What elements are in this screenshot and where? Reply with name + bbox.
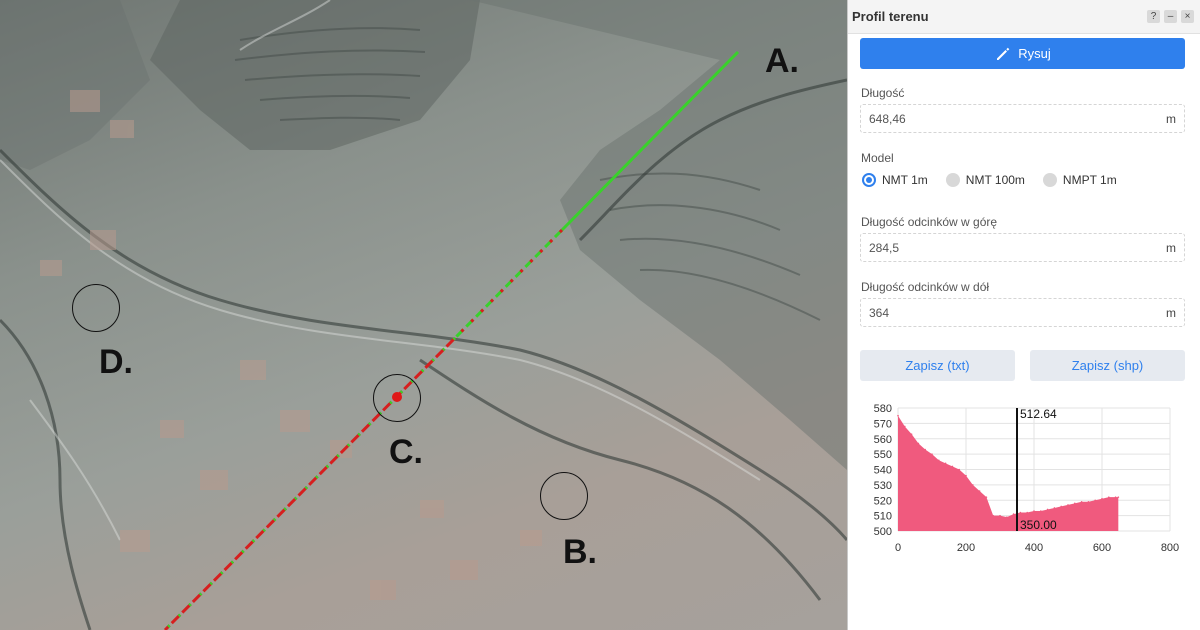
- x-tick-label: 0: [895, 542, 901, 554]
- profile-point: [917, 442, 920, 445]
- save-shp-button[interactable]: Zapisz (shp): [1030, 350, 1185, 381]
- length-unit: m: [1166, 111, 1176, 126]
- radio-selected-icon: [862, 173, 876, 187]
- profile-point: [1046, 508, 1049, 511]
- chart-y-ticks: 500 510 520 530 540 550 560 570 580: [874, 403, 892, 538]
- down-segments-label: Długość odcinków w dół: [861, 280, 990, 294]
- up-segments-unit: m: [1166, 240, 1176, 255]
- radio-unselected-icon: [1042, 173, 1057, 187]
- radio-unselected-icon: [945, 173, 960, 187]
- minimize-icon[interactable]: –: [1164, 10, 1177, 23]
- profile-point: [1067, 504, 1069, 506]
- profile-point: [1060, 505, 1062, 508]
- length-field[interactable]: 648,46 m: [860, 104, 1185, 133]
- profile-point: [951, 465, 954, 468]
- profile-point: [1026, 511, 1028, 514]
- terrain-hillshade: [0, 0, 847, 630]
- profile-point: [999, 514, 1001, 517]
- model-option-nmt-1m[interactable]: NMT 1m: [862, 173, 928, 187]
- profile-point: [1094, 499, 1096, 502]
- profile-point: [1012, 513, 1015, 515]
- profile-point: [1006, 516, 1008, 518]
- model-option-label: NMT 100m: [965, 173, 1025, 187]
- draw-button-label: Rysuj: [1018, 46, 1051, 61]
- pencil-icon: [997, 47, 1010, 60]
- label-b: B.: [563, 533, 597, 571]
- cursor-y-label: 512.64: [1020, 407, 1057, 421]
- terrain-profile-panel: Profil terenu ? – × Rysuj Długość 648,46…: [847, 0, 1200, 630]
- help-icon[interactable]: ?: [1147, 10, 1160, 23]
- model-label: Model: [861, 151, 894, 165]
- model-radio-group: NMT 1m NMT 100m NMPT 1m: [862, 173, 1135, 187]
- y-tick-label: 540: [874, 465, 892, 477]
- x-tick-label: 200: [957, 542, 975, 554]
- up-segments-value: 284,5: [869, 240, 900, 255]
- save-txt-button[interactable]: Zapisz (txt): [860, 350, 1015, 381]
- profile-point: [1053, 507, 1056, 509]
- profile-point: [1080, 500, 1083, 503]
- label-d: D.: [99, 343, 133, 381]
- profile-point: [944, 462, 947, 465]
- y-tick-label: 580: [874, 403, 892, 415]
- marker-circle-c: [373, 374, 421, 422]
- profile-point: [985, 496, 988, 498]
- label-a: A.: [765, 42, 799, 80]
- profile-point: [904, 425, 906, 428]
- length-label: Długość: [861, 86, 905, 100]
- y-tick-label: 510: [874, 511, 892, 523]
- down-segments-value: 364: [869, 305, 890, 320]
- length-value: 648,46: [869, 111, 906, 126]
- up-segments-label: Długość odcinków w górę: [861, 215, 998, 229]
- close-icon[interactable]: ×: [1181, 10, 1194, 23]
- model-option-label: NMT 1m: [882, 173, 928, 187]
- x-tick-label: 400: [1025, 542, 1043, 554]
- profile-point: [1040, 510, 1042, 512]
- elevation-profile-chart[interactable]: 500 510 520 530 540 550 560 570 580 0 200 400 600 80…: [848, 398, 1200, 568]
- profile-point: [972, 484, 974, 486]
- profile-point: [1019, 511, 1022, 514]
- chart-series: [897, 414, 1120, 531]
- profile-point: [1108, 496, 1110, 498]
- up-segments-field[interactable]: 284,5 m: [860, 233, 1185, 262]
- map-view[interactable]: A. B. C. D.: [0, 0, 847, 630]
- profile-point: [1114, 496, 1117, 498]
- profile-point: [992, 514, 994, 517]
- y-tick-label: 530: [874, 480, 892, 492]
- chart-x-ticks: 0 200 400 600 800: [895, 542, 1179, 554]
- model-option-nmpt-1m[interactable]: NMPT 1m: [1042, 173, 1117, 187]
- panel-titlebar: Profil terenu ? – ×: [848, 0, 1200, 34]
- draw-button[interactable]: Rysuj: [860, 38, 1185, 69]
- profile-point: [1101, 497, 1103, 500]
- y-tick-label: 520: [874, 495, 892, 507]
- model-option-label: NMPT 1m: [1062, 173, 1117, 187]
- cursor-x-label: 350.00: [1020, 518, 1057, 532]
- profile-point: [958, 468, 960, 471]
- profile-point: [1074, 502, 1076, 505]
- down-segments-unit: m: [1166, 305, 1176, 320]
- x-tick-label: 600: [1093, 542, 1111, 554]
- profile-point: [1087, 500, 1090, 503]
- profile-point: [938, 459, 940, 462]
- y-tick-label: 500: [874, 526, 892, 538]
- x-tick-label: 800: [1161, 542, 1179, 554]
- profile-area: [898, 415, 1119, 531]
- y-tick-label: 570: [874, 418, 892, 430]
- model-option-nmt-100m[interactable]: NMT 100m: [945, 173, 1025, 187]
- marker-circle-b: [540, 472, 588, 520]
- profile-point: [965, 474, 967, 477]
- profile-point: [897, 414, 899, 417]
- profile-point: [931, 453, 933, 455]
- down-segments-field[interactable]: 364 m: [860, 298, 1185, 327]
- y-tick-label: 560: [874, 434, 892, 446]
- profile-point: [910, 433, 913, 435]
- profile-point: [1033, 510, 1035, 512]
- label-c: C.: [389, 433, 423, 471]
- profile-point: [978, 490, 981, 492]
- profile-point: [1117, 496, 1120, 498]
- panel-title: Profil terenu: [852, 9, 929, 24]
- marker-circle-d: [72, 284, 120, 332]
- y-tick-label: 550: [874, 449, 892, 461]
- profile-point: [924, 448, 926, 451]
